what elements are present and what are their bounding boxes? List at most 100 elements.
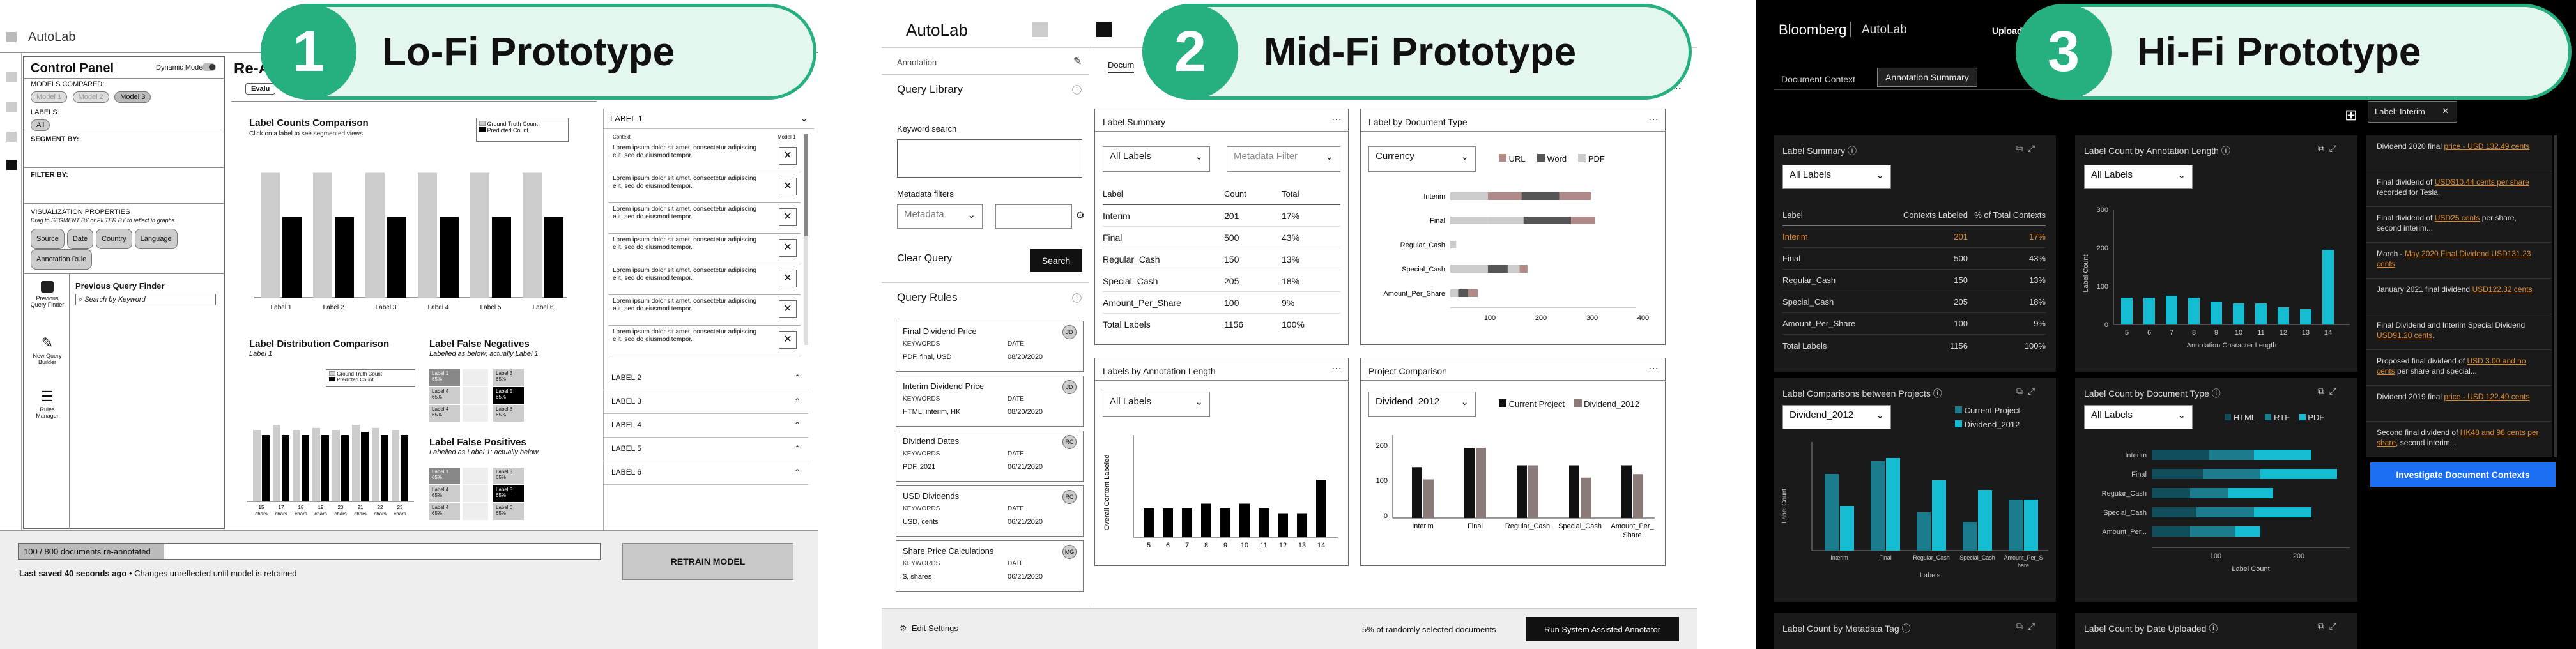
rail-square-icon[interactable] xyxy=(6,160,17,170)
accordion-row[interactable]: LABEL 5 ⌃ xyxy=(604,438,808,461)
project-select[interactable]: Dividend_2012 ⌄ xyxy=(1368,392,1476,417)
doc-type-chart[interactable]: Interim Final Regular_Cash Special_Cash Amou… xyxy=(2075,436,2358,600)
gear-icon[interactable]: ⚙ xyxy=(1076,210,1084,221)
search-button[interactable]: Search xyxy=(1030,249,1082,272)
context-item[interactable]: Dividend 2020 final price - USD 132.49 c… xyxy=(2366,135,2552,171)
info-icon[interactable]: ⓘ xyxy=(1072,291,1082,305)
search-input[interactable]: ⌕ Search by Keyword xyxy=(75,294,216,305)
more-icon[interactable]: ⋯ xyxy=(1331,362,1342,375)
annotation-length-chart[interactable]: Overall Content Labeled 5 6 7 8 9 10 11 12 13 14 xyxy=(1095,422,1349,563)
info-icon[interactable]: ⓘ xyxy=(2209,623,2218,634)
info-icon[interactable]: ⓘ xyxy=(1933,388,1942,399)
chart-icons[interactable]: ⧉ ⤢ xyxy=(2016,621,2035,632)
info-icon[interactable]: ⓘ xyxy=(2212,388,2221,399)
close-icon[interactable]: ✕ xyxy=(779,300,797,318)
info-icon[interactable]: ⓘ xyxy=(1848,146,1857,156)
metadata-filter-select[interactable]: Metadata Filter ⌄ xyxy=(1227,146,1340,172)
edit-icon[interactable]: ✎ xyxy=(1073,55,1082,68)
tab-documents[interactable]: Docum xyxy=(1108,60,1135,73)
context-item[interactable]: Proposed final dividend of USD 3.00 and … xyxy=(2366,350,2552,386)
doc-type-chart[interactable]: Interim Final Regular_Cash Special_Cash Amou… xyxy=(1361,179,1666,339)
matrix-cell[interactable]: Label 3 65% xyxy=(493,369,524,386)
labels-select[interactable]: All Labels ⌄ xyxy=(2084,165,2193,189)
chart-icons[interactable]: ⧉ ⤢ xyxy=(2318,621,2336,632)
metadata-value-input[interactable] xyxy=(995,204,1072,229)
close-icon[interactable]: ✕ xyxy=(2442,106,2449,116)
matrix-cell[interactable]: Label 4 65% xyxy=(429,387,460,404)
rail-square-icon[interactable] xyxy=(6,132,17,142)
tab-evaluate[interactable]: Evalu xyxy=(245,83,276,95)
close-icon[interactable]: ✕ xyxy=(779,331,797,349)
chart-icons[interactable]: ⧉ ⤢ xyxy=(2016,143,2035,154)
chart-icons[interactable]: ⧉ ⤢ xyxy=(2318,386,2336,397)
upload-link[interactable]: Upload xyxy=(1992,26,2022,36)
context-item[interactable]: Final dividend of USD$10.44 cents per sh… xyxy=(2366,171,2552,207)
rule-card[interactable]: Interim Dividend Price JD KEYWORDS DATE HTML… xyxy=(896,376,1084,427)
dynamic-mode-toggle[interactable] xyxy=(202,63,216,71)
more-icon[interactable]: ⋯ xyxy=(1648,113,1659,126)
rule-card[interactable]: Final Dividend Price JD KEYWORDS DATE PDF, f… xyxy=(896,321,1084,372)
close-icon[interactable]: ✕ xyxy=(779,208,797,226)
model-chip[interactable]: Model 2 xyxy=(72,91,109,103)
chart-icons[interactable]: ⧉ ⤢ xyxy=(2016,386,2035,397)
matrix-cell[interactable]: Label 1 65% xyxy=(429,369,460,386)
matrix-cell[interactable]: Label 4 65% xyxy=(429,405,460,422)
tab-document-context[interactable]: Document Context xyxy=(1774,70,1863,88)
metadata-select[interactable]: Metadata ⌄ xyxy=(897,204,983,229)
all-labels-chip[interactable]: All xyxy=(31,119,50,131)
chart-icons[interactable]: ⧉ ⤢ xyxy=(2318,143,2336,154)
annotation-length-chart[interactable]: Label Count 300 200 100 0 5 6 7 8 9 10 11 12 13 14 Anno… xyxy=(2075,197,2358,369)
labels-select[interactable]: All Labels ⌄ xyxy=(1103,146,1210,172)
info-icon[interactable]: ⓘ xyxy=(1072,83,1082,96)
label-dist-chart[interactable]: 15chars17chars18chars19chars20chars21cha… xyxy=(247,393,414,521)
accordion-label-1[interactable]: LABEL 1 ⌄ xyxy=(604,109,814,129)
matrix-cell[interactable]: Label 4 65% xyxy=(429,485,460,502)
info-icon[interactable]: ⓘ xyxy=(1902,623,1911,634)
matrix-cell[interactable]: Label 5 65% xyxy=(493,485,524,502)
info-icon[interactable]: ⓘ xyxy=(2221,146,2230,156)
accordion-row[interactable]: LABEL 4 ⌃ xyxy=(604,414,808,438)
project-comparison-chart[interactable]: 200 100 0 Interim Final Regular_Cash Special_C… xyxy=(1361,422,1666,563)
scrollbar[interactable] xyxy=(804,134,808,345)
grid-icon[interactable]: ⊞ xyxy=(2345,106,2358,125)
rule-card[interactable]: USD Dividends RC KEYWORDS DATE USD, cents 06/… xyxy=(896,485,1084,537)
rule-card[interactable]: Share Price Calculations MG KEYWORDS DATE $,… xyxy=(896,540,1084,592)
source-chip[interactable]: Source xyxy=(31,229,65,249)
project-select[interactable]: Dividend_2012 ⌄ xyxy=(1782,405,1891,429)
clear-query-button[interactable]: Clear Query xyxy=(897,253,952,264)
labels-select[interactable]: All Labels ⌄ xyxy=(1103,392,1210,417)
run-annotator-button[interactable]: Run System Assisted Annotator xyxy=(1526,617,1679,641)
scrollbar[interactable] xyxy=(2554,135,2557,457)
date-chip[interactable]: Date xyxy=(66,229,94,249)
language-chip[interactable]: Language xyxy=(134,229,178,249)
more-icon[interactable]: ⋯ xyxy=(1331,113,1342,126)
rail-square-icon[interactable] xyxy=(6,72,17,82)
model-chip[interactable]: Model 3 xyxy=(114,91,151,103)
matrix-cell[interactable]: Label 1 65% xyxy=(429,468,460,484)
investigate-button[interactable]: Investigate Document Contexts xyxy=(2370,462,2556,487)
context-item[interactable]: Dividend 2019 final price - USD 122.49 c… xyxy=(2366,386,2552,422)
currency-select[interactable]: Currency ⌄ xyxy=(1368,146,1476,172)
matrix-cell[interactable]: Label 6 65% xyxy=(493,405,524,422)
annotation-rule-chip[interactable]: Annotation Rule xyxy=(31,249,93,270)
context-item[interactable]: Final dividend of USD25 cents per share,… xyxy=(2366,207,2552,243)
rail-square-icon[interactable] xyxy=(6,102,17,112)
retrain-button[interactable]: RETRAIN MODEL xyxy=(622,543,793,580)
model-chip[interactable]: Model 1 xyxy=(31,91,68,103)
matrix-cell[interactable]: Label 3 65% xyxy=(493,468,524,484)
new-query-builder-nav[interactable]: ✎ New Query Builder xyxy=(28,336,66,366)
edit-settings[interactable]: ⚙ Edit Settings xyxy=(900,623,958,634)
labels-select[interactable]: All Labels ⌄ xyxy=(2084,405,2193,429)
prev-query-finder-nav[interactable]: Previous Query Finder xyxy=(28,281,66,308)
accordion-row[interactable]: LABEL 6 ⌃ xyxy=(604,461,808,485)
more-icon[interactable]: ⋯ xyxy=(1648,362,1659,375)
project-comparison-chart[interactable]: Label Count Interim Final Regular_Cash Speci… xyxy=(1774,436,2056,600)
context-item[interactable]: March - May 2020 Final Dividend USD131.2… xyxy=(2366,243,2552,279)
matrix-cell[interactable]: Label 6 65% xyxy=(493,503,524,520)
keyword-search-input[interactable] xyxy=(897,139,1082,178)
label-filter-chip[interactable]: Label: Interim ✕ xyxy=(2368,101,2457,123)
matrix-cell[interactable]: Label 4 65% xyxy=(429,503,460,520)
last-saved[interactable]: Last saved 40 seconds ago xyxy=(19,569,126,578)
tab-annotation-summary[interactable]: Annotation Summary xyxy=(1877,68,1977,87)
accordion-row[interactable]: LABEL 2 ⌃ xyxy=(604,367,808,390)
